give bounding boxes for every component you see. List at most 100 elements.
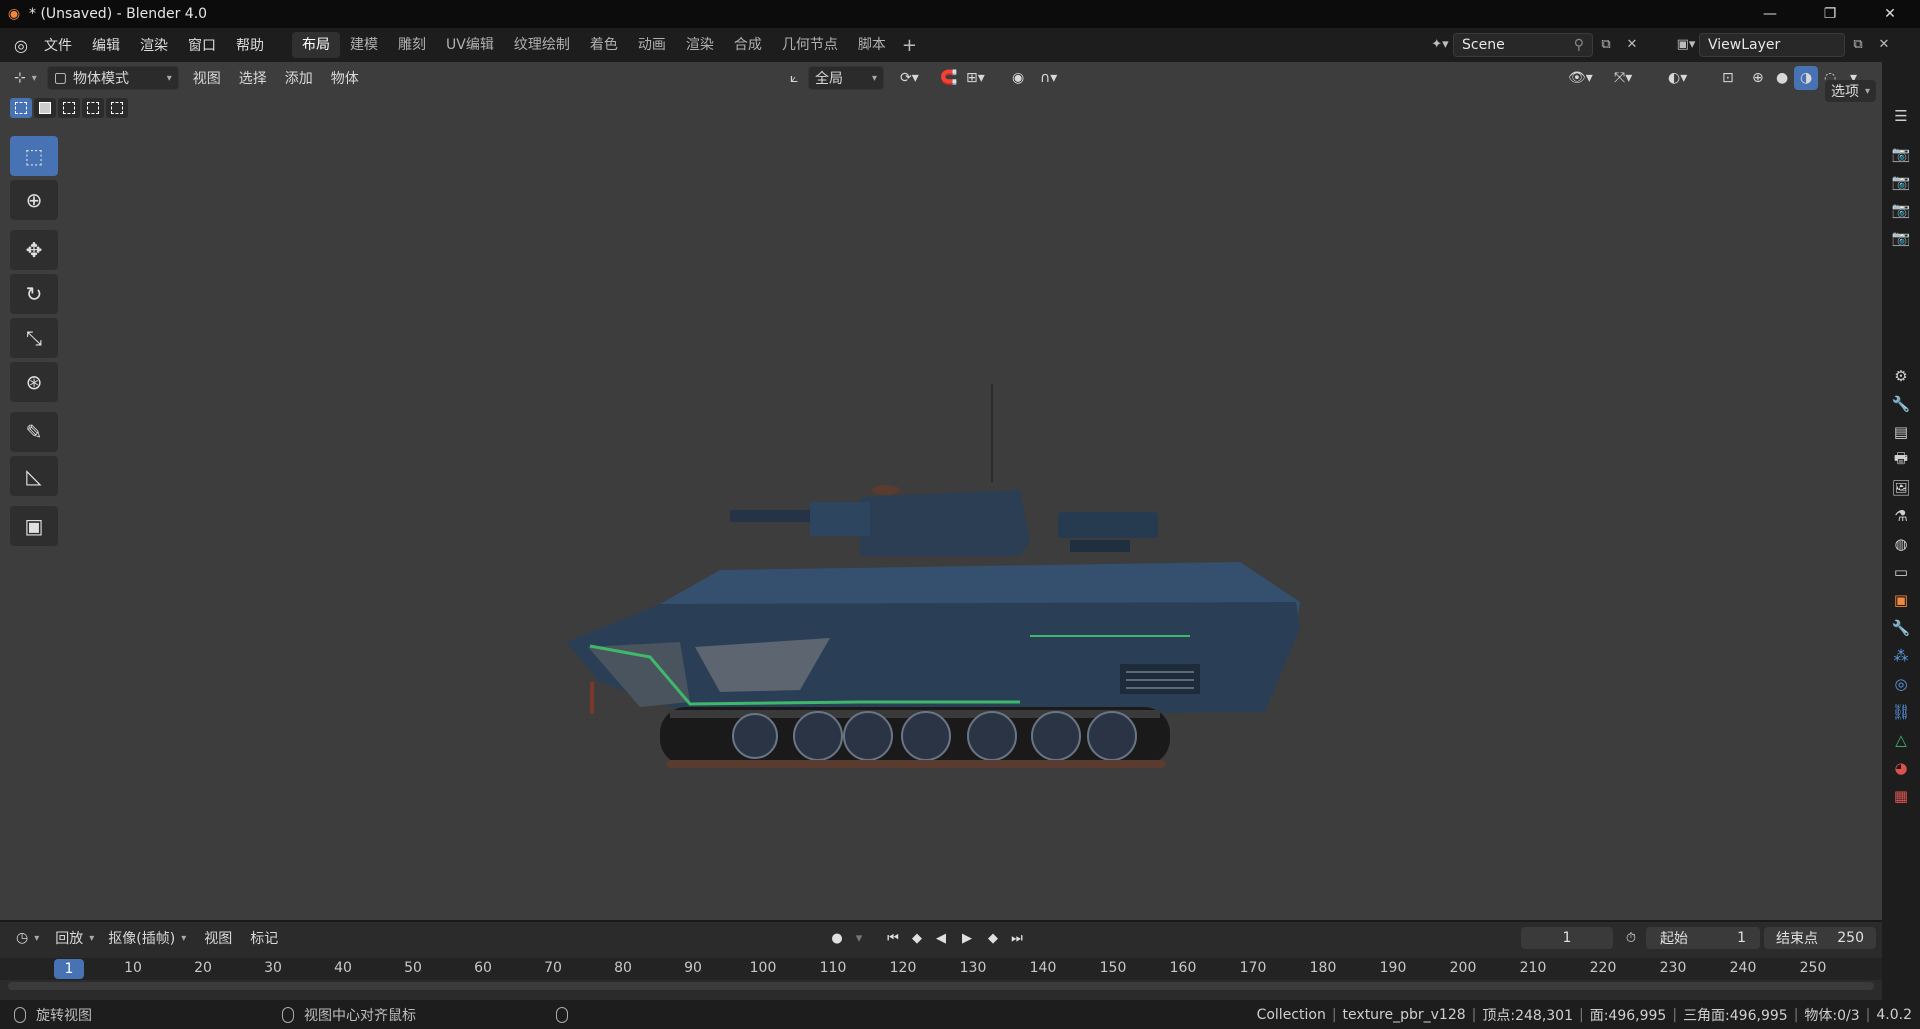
delete-scene-icon[interactable]: ✕ (1619, 33, 1645, 57)
menu-edit[interactable]: 编辑 (82, 35, 130, 55)
play-icon[interactable]: ▶ (956, 927, 978, 949)
data-properties-icon[interactable]: △ (1886, 726, 1916, 754)
falloff-icon[interactable]: ∩▾ (1034, 66, 1063, 90)
visibility-icon[interactable]: 👁▾ (1562, 66, 1599, 90)
menu-help[interactable]: 帮助 (226, 35, 274, 55)
tab-shading[interactable]: 着色 (580, 32, 628, 58)
start-frame-field[interactable]: 起始 1 (1646, 927, 1760, 949)
annotate-tool[interactable]: ✎ (10, 412, 58, 452)
timeline-menu-view[interactable]: 视图 (198, 926, 238, 950)
menu-add[interactable]: 添加 (279, 66, 319, 90)
rotate-tool[interactable]: ↻ (10, 274, 58, 314)
jump-end-icon[interactable]: ⏭ (1006, 927, 1028, 949)
orientation-icon[interactable]: ⟀ (784, 66, 804, 90)
material-properties-icon[interactable]: ◕ (1886, 754, 1916, 782)
frame-rate-icon[interactable]: ⏱ (1620, 927, 1642, 949)
tab-uv-editing[interactable]: UV编辑 (436, 32, 504, 58)
camera-icon-1[interactable]: 📷 (1886, 140, 1916, 168)
timeline-editor-type-icon[interactable]: ◷ ▾ (10, 926, 45, 950)
prev-keyframe-icon[interactable]: ◆ (906, 927, 928, 949)
properties-toggle-icon[interactable]: ⚙ (1886, 362, 1916, 390)
current-frame-field[interactable]: 1 (1521, 927, 1613, 949)
pivot-icon[interactable]: ⟳▾ (894, 66, 925, 90)
physics-properties-icon[interactable]: ◎ (1886, 670, 1916, 698)
transform-tool[interactable]: ⊛ (10, 362, 58, 402)
proportional-edit-icon[interactable]: ◉ (1006, 66, 1030, 90)
snap-target-icon[interactable]: ⊞▾ (960, 66, 991, 90)
scene-name-field[interactable]: Scene ⚲ (1453, 32, 1593, 57)
render-properties-icon[interactable]: ▤ (1886, 418, 1916, 446)
tab-modeling[interactable]: 建模 (340, 32, 388, 58)
end-frame-field[interactable]: 结束点 250 (1764, 927, 1876, 949)
tab-compositing[interactable]: 合成 (724, 32, 772, 58)
tool-settings-icon[interactable]: 🔧 (1886, 390, 1916, 418)
tab-animation[interactable]: 动画 (628, 32, 676, 58)
modifier-properties-icon[interactable]: 🔧 (1886, 614, 1916, 642)
tab-geometry-nodes[interactable]: 几何节点 (772, 32, 848, 58)
keying-dropdown[interactable]: 抠像(插帧) ▾ (102, 926, 192, 950)
view-layer-field[interactable]: ViewLayer (1699, 32, 1845, 57)
cursor-tool[interactable]: ⊕ (10, 180, 58, 220)
pin-icon[interactable]: ⚲ (1574, 37, 1584, 53)
select-extend-icon[interactable] (34, 98, 56, 118)
close-button[interactable]: ✕ (1860, 0, 1920, 28)
scene-properties-icon[interactable]: ⚗ (1886, 502, 1916, 530)
timeline-scrollbar[interactable] (8, 982, 1874, 990)
camera-icon-4[interactable]: 📷 (1886, 224, 1916, 252)
view-layer-icon[interactable]: ▣▾ (1673, 33, 1699, 57)
menu-render[interactable]: 渲染 (130, 35, 178, 55)
camera-icon-3[interactable]: 📷 (1886, 196, 1916, 224)
minimize-button[interactable]: — (1740, 0, 1800, 28)
tab-sculpting[interactable]: 雕刻 (388, 32, 436, 58)
scene-icon[interactable]: ✦▾ (1427, 33, 1453, 57)
camera-icon-2[interactable]: 📷 (1886, 168, 1916, 196)
gizmo-icon[interactable]: ⤧▾ (1608, 66, 1638, 90)
jump-start-icon[interactable]: ⏮ (882, 927, 904, 949)
menu-file[interactable]: 文件 (34, 35, 82, 55)
xray-icon[interactable]: ⊡ (1716, 66, 1740, 90)
tank-model[interactable] (560, 312, 1320, 776)
editor-type-icon[interactable]: ⊹ ▾ (8, 66, 43, 90)
select-box-tool[interactable]: ⬚ (10, 136, 58, 176)
maximize-button[interactable]: ❐ (1800, 0, 1860, 28)
mode-selector[interactable]: ▢ 物体模式 ▾ (46, 66, 179, 90)
new-scene-icon[interactable]: ⧉ (1593, 33, 1619, 57)
particle-properties-icon[interactable]: ⁂ (1886, 642, 1916, 670)
play-reverse-icon[interactable]: ◀ (930, 927, 952, 949)
menu-select[interactable]: 选择 (233, 66, 273, 90)
transform-orientation-dropdown[interactable]: 全局 ▾ (808, 66, 884, 90)
menu-window[interactable]: 窗口 (178, 35, 226, 55)
constraint-properties-icon[interactable]: ⛓ (1886, 698, 1916, 726)
output-properties-icon[interactable]: 🖶 (1886, 446, 1916, 474)
add-workspace-button[interactable]: + (902, 35, 917, 56)
measure-tool[interactable]: ◺ (10, 456, 58, 496)
world-properties-icon[interactable]: ◍ (1886, 530, 1916, 558)
move-tool[interactable]: ✥ (10, 230, 58, 270)
delete-view-layer-icon[interactable]: ✕ (1871, 33, 1897, 57)
options-dropdown[interactable]: 选项 ▾ (1824, 80, 1876, 102)
tab-scripting[interactable]: 脚本 (848, 32, 896, 58)
next-keyframe-icon[interactable]: ◆ (982, 927, 1004, 949)
select-subtract-icon[interactable] (58, 98, 80, 118)
material-shading-icon[interactable]: ◑ (1794, 66, 1819, 90)
texture-properties-icon[interactable]: ▦ (1886, 782, 1916, 810)
select-new-icon[interactable] (10, 98, 32, 118)
timeline-menu-marker[interactable]: 标记 (244, 926, 284, 950)
add-cube-tool[interactable]: ▣ (10, 506, 58, 546)
menu-view[interactable]: 视图 (187, 66, 227, 90)
scale-tool[interactable]: ⤡ (10, 318, 58, 358)
menu-object[interactable]: 物体 (325, 66, 365, 90)
select-invert-icon[interactable] (82, 98, 104, 118)
outliner-icon[interactable]: ☰ (1886, 102, 1916, 130)
record-icon[interactable]: ● (826, 927, 848, 949)
overlay-icon[interactable]: ◐▾ (1662, 66, 1693, 90)
current-frame-marker[interactable]: 1 (54, 959, 84, 979)
collection-properties-icon[interactable]: ▭ (1886, 558, 1916, 586)
playback-dropdown[interactable]: 回放 ▾ (49, 926, 100, 950)
blender-menu-icon[interactable]: ◎ (8, 32, 34, 58)
new-view-layer-icon[interactable]: ⧉ (1845, 33, 1871, 57)
view-layer-properties-icon[interactable]: 🖼 (1886, 474, 1916, 502)
3d-viewport[interactable]: ⊹ ▾ ▢ 物体模式 ▾ 视图 选择 添加 物体 ⟀ 全局 ▾ ⟳▾ 🧲 ⊞▾ ◉… (0, 62, 1882, 920)
wireframe-shading-icon[interactable]: ⊕ (1746, 66, 1770, 90)
tab-layout[interactable]: 布局 (292, 32, 340, 58)
